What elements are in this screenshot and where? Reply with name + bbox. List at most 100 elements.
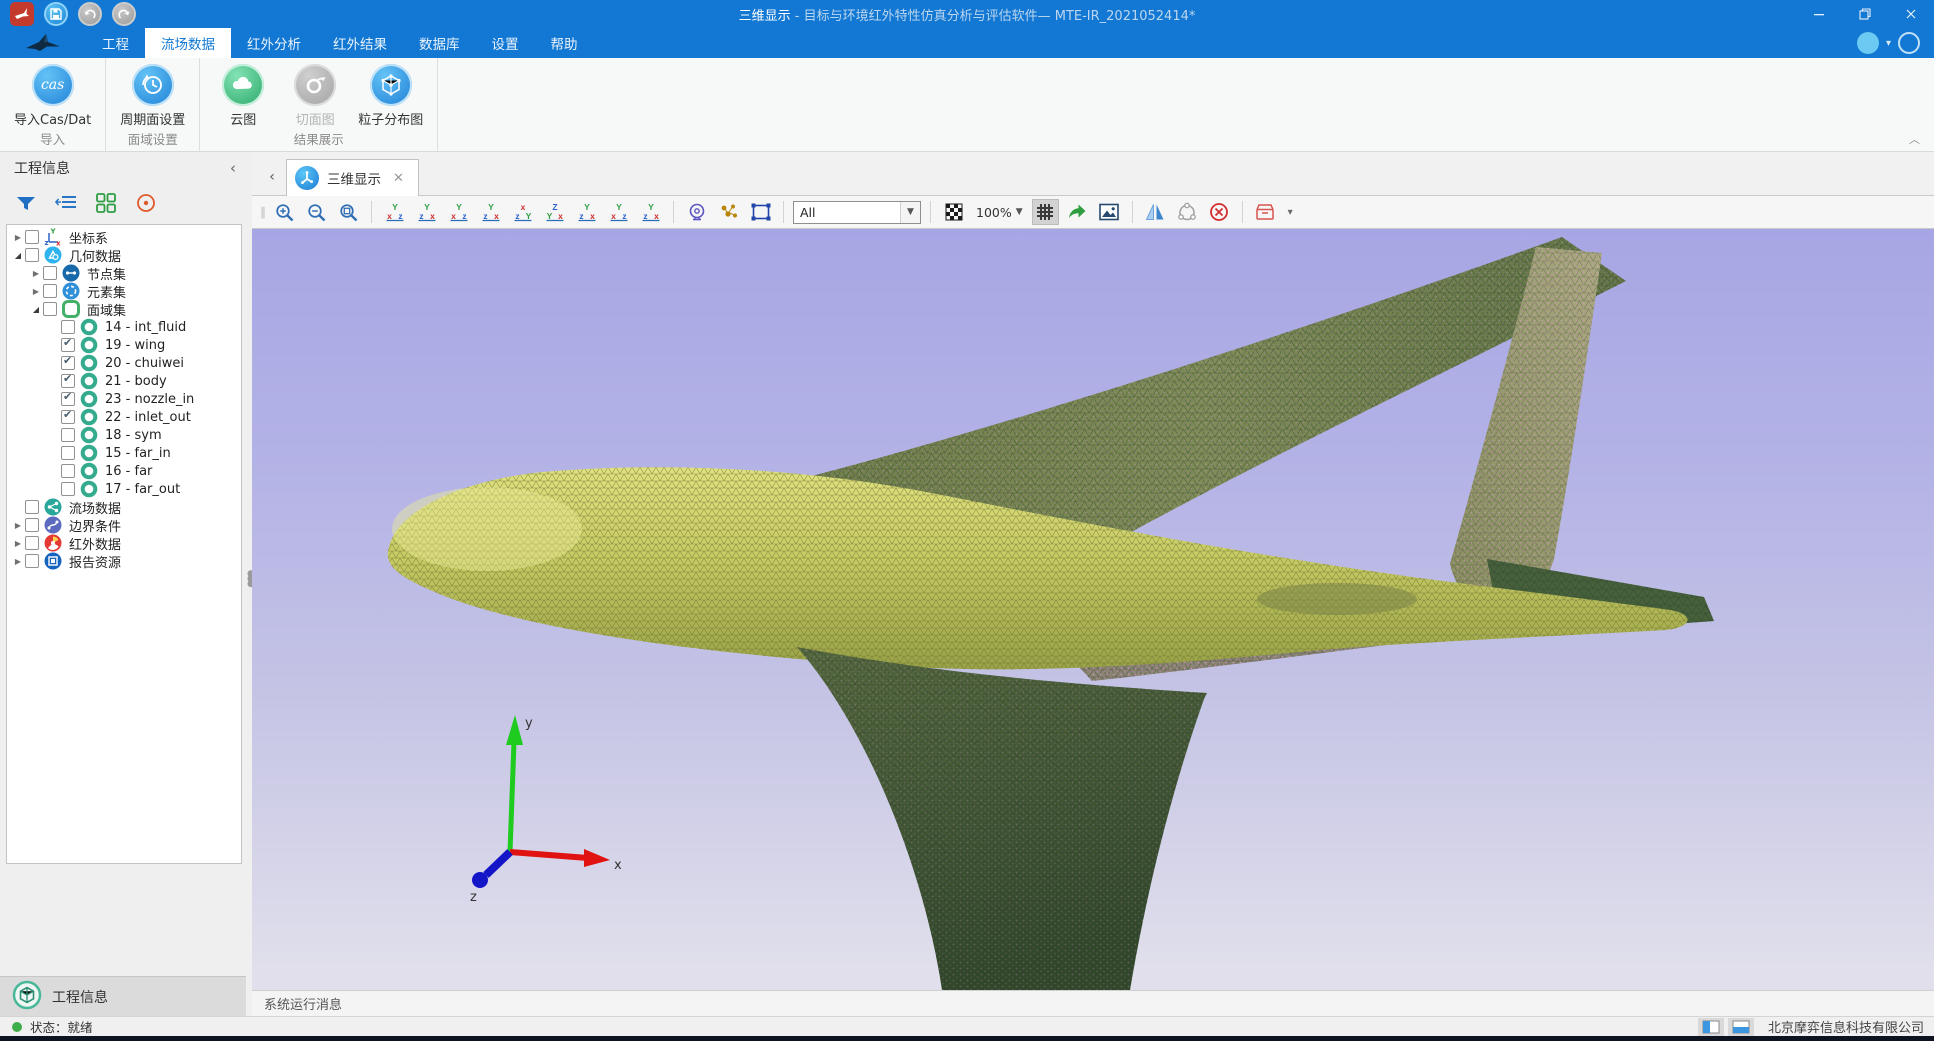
tree-row-8[interactable]: 20 - chuiwei <box>7 354 241 372</box>
snapshot-button[interactable] <box>1096 199 1123 225</box>
viewport-3d[interactable]: y x z <box>252 229 1934 990</box>
undo-button[interactable] <box>78 2 102 26</box>
clear-button[interactable] <box>1206 199 1233 225</box>
ribbon-button-cas[interactable]: cas导入Cas/Dat <box>10 63 95 129</box>
ribbon-button-particle[interactable]: 粒子分布图 <box>354 63 427 129</box>
opacity-button[interactable] <box>940 199 967 225</box>
outline-button[interactable] <box>54 191 78 215</box>
zoom-in-button[interactable] <box>271 199 298 225</box>
view-front-button[interactable]: Yxz <box>381 199 408 225</box>
tree-checkbox[interactable] <box>61 392 75 406</box>
tree-row-15[interactable]: 17 - far_out <box>7 480 241 498</box>
view-iso-2-button[interactable]: Yxz <box>605 199 632 225</box>
tree-expander-icon[interactable]: ▶ <box>29 287 43 296</box>
tree-row-12[interactable]: 18 - sym <box>7 426 241 444</box>
mirror-button[interactable] <box>1142 199 1169 225</box>
ribbon-button-clock[interactable]: 周期面设置 <box>116 63 189 129</box>
tree-checkbox[interactable] <box>43 266 57 280</box>
tree-checkbox[interactable] <box>25 248 39 262</box>
redo-button[interactable] <box>112 2 136 26</box>
grid-view-button[interactable] <box>94 191 118 215</box>
layout-split-icon[interactable] <box>1698 1018 1724 1036</box>
menu-item-7[interactable]: 帮助 <box>535 28 594 58</box>
zoom-fit-button[interactable] <box>335 199 362 225</box>
tree-row-19[interactable]: ▶报告资源 <box>7 552 241 570</box>
tree-row-14[interactable]: 16 - far <box>7 462 241 480</box>
tree-checkbox[interactable] <box>43 302 57 316</box>
tree-row-9[interactable]: 21 - body <box>7 372 241 390</box>
package-caret-icon[interactable]: ▾ <box>1284 207 1297 218</box>
tree-row-2[interactable]: ◢几何数据 <box>7 246 241 264</box>
tree-row-11[interactable]: 22 - inlet_out <box>7 408 241 426</box>
tree-expander-icon[interactable]: ▶ <box>11 539 25 548</box>
panel-collapse-icon[interactable]: ‹ <box>230 159 236 177</box>
restore-button[interactable] <box>1842 0 1888 28</box>
tree-expander-icon[interactable]: ▶ <box>29 269 43 278</box>
menu-item-1[interactable]: 工程 <box>86 28 145 58</box>
tree-checkbox[interactable] <box>43 284 57 298</box>
smooth-button[interactable] <box>1174 199 1201 225</box>
tree-expander-icon[interactable]: ▶ <box>11 521 25 530</box>
tree-expander-icon[interactable]: ▶ <box>11 557 25 566</box>
tree-checkbox[interactable] <box>61 356 75 370</box>
menu-item-4[interactable]: 红外结果 <box>317 28 403 58</box>
save-button[interactable] <box>44 2 68 26</box>
view-right-button[interactable]: Yzx <box>477 199 504 225</box>
tree-checkbox[interactable] <box>25 554 39 568</box>
menu-item-3[interactable]: 红外分析 <box>231 28 317 58</box>
tree-expander-icon[interactable]: ▶ <box>11 233 25 242</box>
view-top-button[interactable]: xzY <box>509 199 536 225</box>
message-panel-header[interactable]: 系统运行消息 <box>252 990 1934 1016</box>
tab-close-icon[interactable]: ✕ <box>393 171 404 186</box>
tab-scroll-left-icon[interactable]: ‹ <box>258 159 286 195</box>
tree-checkbox[interactable] <box>61 410 75 424</box>
perspective-button[interactable] <box>683 199 710 225</box>
part-filter-select[interactable]: All▼ <box>793 201 921 224</box>
particle-display-button[interactable] <box>715 199 742 225</box>
panel-layout-caret-icon[interactable]: ▾ <box>1886 38 1891 49</box>
layout-bottom-icon[interactable] <box>1728 1018 1754 1036</box>
close-button[interactable] <box>1888 0 1934 28</box>
menu-item-2[interactable]: 流场数据 <box>145 28 231 58</box>
ribbon-button-slice[interactable]: 切面图 <box>282 63 348 129</box>
opacity-level-dropdown[interactable]: 100%▼ <box>972 205 1027 220</box>
tree-row-1[interactable]: ▶Yzx坐标系 <box>7 228 241 246</box>
minimize-button[interactable] <box>1796 0 1842 28</box>
tree-checkbox[interactable] <box>25 518 39 532</box>
view-left-button[interactable]: Yxz <box>445 199 472 225</box>
tab-3d-display[interactable]: 三维显示 ✕ <box>286 159 419 196</box>
view-back-button[interactable]: Yzx <box>413 199 440 225</box>
tree-row-10[interactable]: 23 - nozzle_in <box>7 390 241 408</box>
tree-checkbox[interactable] <box>61 446 75 460</box>
toolbar-drag-handle[interactable]: ∥ <box>260 205 264 219</box>
tree-checkbox[interactable] <box>61 464 75 478</box>
tree-checkbox[interactable] <box>61 320 75 334</box>
menu-item-5[interactable]: 数据库 <box>403 28 476 58</box>
package-button[interactable] <box>1252 199 1279 225</box>
tree-row-17[interactable]: ▶边界条件 <box>7 516 241 534</box>
tree-row-4[interactable]: ▶元素集 <box>7 282 241 300</box>
mesh-toggle-button[interactable] <box>1032 199 1059 225</box>
tree-expander-icon[interactable]: ◢ <box>11 251 25 260</box>
tree-row-5[interactable]: ◢面域集 <box>7 300 241 318</box>
tree-checkbox[interactable] <box>25 230 39 244</box>
ribbon-button-cloud[interactable]: 云图 <box>210 63 276 129</box>
tree-checkbox[interactable] <box>25 536 39 550</box>
tree-checkbox[interactable] <box>25 500 39 514</box>
locate-button[interactable] <box>134 191 158 215</box>
view-iso-1-button[interactable]: Yzx <box>573 199 600 225</box>
tree-row-7[interactable]: 19 - wing <box>7 336 241 354</box>
tree-row-13[interactable]: 15 - far_in <box>7 444 241 462</box>
tree-checkbox[interactable] <box>61 338 75 352</box>
project-panel-footer[interactable]: 工程信息 <box>0 976 246 1016</box>
tree-row-18[interactable]: ▶红外数据 <box>7 534 241 552</box>
view-iso-3-button[interactable]: Yzx <box>637 199 664 225</box>
select-arrow-icon[interactable]: ▼ <box>900 202 920 223</box>
tree-row-16[interactable]: 流场数据 <box>7 498 241 516</box>
tree-row-6[interactable]: 14 - int_fluid <box>7 318 241 336</box>
tree-checkbox[interactable] <box>61 482 75 496</box>
tree-expander-icon[interactable]: ◢ <box>29 305 43 314</box>
tree-checkbox[interactable] <box>61 374 75 388</box>
zoom-out-button[interactable] <box>303 199 330 225</box>
export-button[interactable] <box>1064 199 1091 225</box>
